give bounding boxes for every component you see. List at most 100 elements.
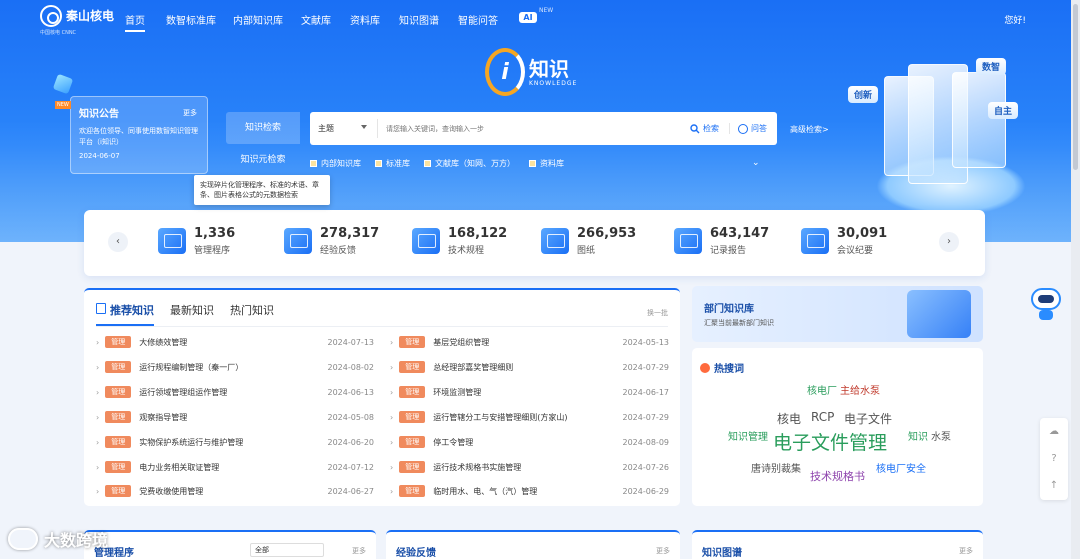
nav-home[interactable]: 首页 (125, 12, 145, 32)
category-badge: 管理 (399, 361, 426, 373)
tab-popular[interactable]: 热门知识 (230, 302, 274, 326)
expand-chevron-icon[interactable]: ⌄ (752, 158, 760, 168)
tab-latest[interactable]: 最新知识 (170, 302, 214, 326)
hot-word[interactable]: RCP (811, 410, 834, 424)
meeting-icon (801, 228, 829, 254)
stats-bar: ‹ 1,336 管理程序 278,317 经验反馈 168,122 技术规程 266,… (84, 210, 985, 276)
illustration-panel (952, 72, 1006, 168)
list-item[interactable]: › 管理 临时用水、电、气（汽）管理 2024-06-29 (390, 484, 669, 498)
more-link[interactable]: 更多 (656, 546, 670, 556)
nav-internal-kb[interactable]: 内部知识库 (233, 12, 283, 27)
filter-materials[interactable]: 资料库 (529, 158, 564, 169)
user-greeting[interactable]: 您好! (1004, 13, 1026, 26)
help-icon[interactable]: ? (1040, 445, 1068, 472)
stat-item[interactable]: 643,147 记录报告 (674, 226, 769, 256)
stats-prev-button[interactable]: ‹ (108, 232, 128, 252)
advanced-search-link[interactable]: 高级检索> (790, 124, 829, 135)
chevron-right-icon: › (390, 337, 394, 347)
nav-standards[interactable]: 数智标准库 (166, 12, 216, 27)
checkbox-icon (529, 160, 536, 167)
notice-more-link[interactable]: 更多 (183, 108, 197, 118)
hot-word[interactable]: 核电厂安全 (876, 460, 926, 475)
list-item[interactable]: › 管理 停工令管理 2024-08-09 (390, 435, 669, 449)
scrollbar[interactable] (1071, 0, 1080, 559)
search-field-select[interactable]: 主题 (310, 119, 378, 138)
hot-word[interactable]: 水泵 (931, 428, 951, 443)
stats-next-button[interactable]: › (939, 232, 959, 252)
stat-item[interactable]: 266,953 图纸 (541, 226, 636, 256)
report-icon (674, 228, 702, 254)
nav-smart-qa[interactable]: 智能问答 (458, 12, 498, 27)
hot-word[interactable]: 知识 (908, 428, 928, 443)
category-badge: 管理 (105, 411, 132, 423)
stat-item[interactable]: 1,336 管理程序 (158, 226, 235, 256)
list-item[interactable]: › 管理 党费收缴使用管理 2024-06-27 (96, 484, 374, 498)
watermark-icon (8, 528, 38, 550)
hot-word[interactable]: 核电 (777, 410, 801, 427)
nav-knowledge-graph[interactable]: 知识图谱 (399, 12, 439, 27)
ai-button[interactable]: AI (519, 12, 537, 23)
nav-materials[interactable]: 资料库 (350, 12, 380, 27)
filter-internal-kb[interactable]: 内部知识库 (310, 158, 361, 169)
logo-sub: 中国核电 CNNC (40, 30, 77, 36)
refresh-button[interactable]: 换一批 (647, 308, 668, 318)
cloud-icon[interactable]: ☁ (1040, 418, 1068, 445)
search-button[interactable]: 检索 (690, 123, 719, 134)
list-item[interactable]: › 管理 运行管辖分工与安措管理细则(方家山) 2024-07-29 (390, 410, 669, 424)
stat-item[interactable]: 30,091 会议纪要 (801, 226, 887, 256)
tab-knowledge-search[interactable]: 知识检索 (226, 112, 300, 144)
tab-recommended[interactable]: 推荐知识 (96, 302, 154, 326)
list-item[interactable]: › 管理 电力业务相关取证管理 2024-07-12 (96, 460, 374, 474)
logo[interactable]: 秦山核电 中国核电 CNNC (40, 5, 114, 36)
category-select[interactable]: 全部 (250, 543, 324, 557)
ask-button[interactable]: 问答 (729, 123, 767, 134)
back-to-top-icon[interactable]: ↑ (1040, 472, 1068, 499)
nav-literature[interactable]: 文献库 (301, 12, 331, 27)
dept-kb-title: 部门知识库 (704, 304, 754, 315)
checkbox-icon (375, 160, 382, 167)
list-item[interactable]: › 管理 总经理部嘉奖管理细则 2024-07-29 (390, 360, 669, 374)
hot-search-title: 热搜词 (700, 360, 744, 375)
category-badge: 管理 (105, 436, 132, 448)
more-link[interactable]: 更多 (352, 546, 366, 556)
list-item[interactable]: › 管理 实物保护系统运行与维护管理 2024-06-20 (96, 435, 374, 449)
notice-body[interactable]: 欢迎各位领导、同事使用数智知识管理平台（i知识） (79, 126, 199, 148)
more-link[interactable]: 更多 (959, 546, 973, 556)
drawing-icon (541, 228, 569, 254)
search-input[interactable] (378, 124, 690, 133)
hot-word[interactable]: 电子文件 (844, 410, 892, 427)
filter-standards[interactable]: 标准库 (375, 158, 410, 169)
list-item[interactable]: › 管理 大修绩效管理 2024-07-13 (96, 335, 374, 349)
hot-word[interactable]: 技术规格书 (810, 468, 865, 484)
search-button-label: 检索 (703, 124, 719, 133)
qa-icon (738, 123, 748, 134)
illustration-tag: 数智 (976, 58, 1007, 75)
hot-word[interactable]: 主给水泵 (840, 382, 880, 397)
list-item[interactable]: › 管理 基层党组织管理 2024-05-13 (390, 335, 669, 349)
list-item[interactable]: › 管理 运行领域管理组运作管理 2024-06-13 (96, 385, 374, 399)
hot-word[interactable]: 知识管理 (728, 428, 768, 443)
stat-item[interactable]: 168,122 技术规程 (412, 226, 507, 256)
filter-literature[interactable]: 文献库（知网、万方） (424, 158, 515, 169)
fire-icon (700, 362, 710, 373)
card-title: 知识图谱 (702, 548, 742, 559)
list-item[interactable]: › 管理 运行规程编制管理（秦一厂） 2024-08-02 (96, 360, 374, 374)
list-item[interactable]: › 管理 观察指导管理 2024-05-08 (96, 410, 374, 424)
assistant-robot-icon[interactable] (1028, 286, 1064, 320)
procedure-icon (412, 228, 440, 254)
hero-illustration: 数智 创新 自主 (848, 52, 1042, 232)
dept-kb-card[interactable]: 部门知识库 汇聚当前最新部门知识 (692, 286, 983, 342)
chevron-right-icon: › (390, 486, 394, 496)
hot-word[interactable]: 唐诗别裁集 (751, 460, 801, 475)
category-badge: 管理 (105, 461, 132, 473)
category-badge: 管理 (105, 485, 132, 497)
list-item[interactable]: › 管理 运行技术规格书实施管理 2024-07-26 (390, 460, 669, 474)
hot-word[interactable]: 核电厂 (807, 382, 837, 397)
list-item[interactable]: › 管理 环境监测管理 2024-06-17 (390, 385, 669, 399)
tab-element-search[interactable]: 知识元检索 (226, 144, 300, 176)
hot-word[interactable]: 电子文件管理 (773, 428, 887, 455)
chevron-right-icon: › (96, 486, 100, 496)
stat-item[interactable]: 278,317 经验反馈 (284, 226, 379, 256)
hot-search-panel: 热搜词 核电厂 主给水泵 核电 RCP 电子文件 知识管理 电子文件管理 知识 … (692, 348, 983, 506)
notice-date: 2024-06-07 (79, 152, 120, 160)
